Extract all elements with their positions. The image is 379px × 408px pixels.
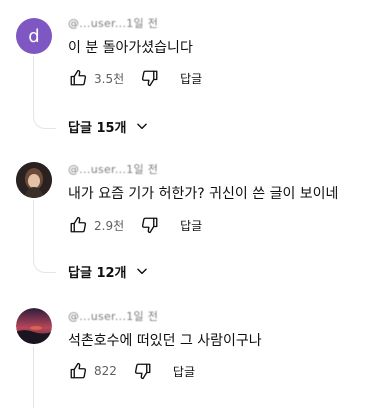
- like-count: 822: [94, 364, 117, 378]
- replies-count: 답글 12개: [68, 265, 127, 281]
- comment-actions: 2.9천 답글: [66, 213, 202, 237]
- avatar-letter: d: [28, 25, 40, 47]
- avatar[interactable]: d: [16, 18, 52, 54]
- comment-actions: 822 답글: [66, 359, 195, 383]
- view-replies-button[interactable]: 답글 15개: [68, 115, 149, 137]
- avatar-image: [16, 308, 52, 344]
- thumbs-up-icon[interactable]: [66, 213, 90, 237]
- reply-button[interactable]: 답글: [180, 217, 202, 234]
- avatar[interactable]: [16, 308, 52, 344]
- comment-author[interactable]: @...user...1일 전: [68, 15, 158, 31]
- comment-author[interactable]: @...user...1일 전: [68, 161, 158, 177]
- thumbs-up-icon[interactable]: [66, 359, 90, 383]
- comment-text: 내가 요즘 기가 허한가? 귀신이 쓴 글이 보이네: [68, 186, 339, 202]
- thread-curve: [33, 114, 56, 129]
- avatar-image: [16, 162, 52, 198]
- comment-text: 석촌호수에 떠있던 그 사람이구나: [68, 333, 262, 349]
- thumbs-down-icon[interactable]: [138, 66, 162, 90]
- thread-line: [33, 200, 34, 258]
- comment-actions: 3.5천 답글: [66, 66, 202, 90]
- replies-count: 답글 15개: [68, 120, 127, 136]
- comment-author[interactable]: @...user...1일 전: [68, 308, 158, 324]
- thread-curve: [33, 258, 56, 273]
- comment-text: 이 분 돌아가셨습니다: [68, 40, 193, 56]
- thumbs-down-icon[interactable]: [138, 213, 162, 237]
- reply-button[interactable]: 답글: [180, 70, 202, 87]
- chevron-down-icon: [135, 264, 149, 278]
- view-replies-button[interactable]: 답글 12개: [68, 260, 149, 282]
- like-count: 3.5천: [94, 71, 125, 86]
- avatar[interactable]: [16, 162, 52, 198]
- thumbs-up-icon[interactable]: [66, 66, 90, 90]
- thumbs-down-icon[interactable]: [131, 359, 155, 383]
- chevron-down-icon: [135, 119, 149, 133]
- thread-line: [33, 346, 34, 408]
- thread-line: [33, 56, 34, 114]
- like-count: 2.9천: [94, 218, 125, 233]
- reply-button[interactable]: 답글: [173, 363, 195, 380]
